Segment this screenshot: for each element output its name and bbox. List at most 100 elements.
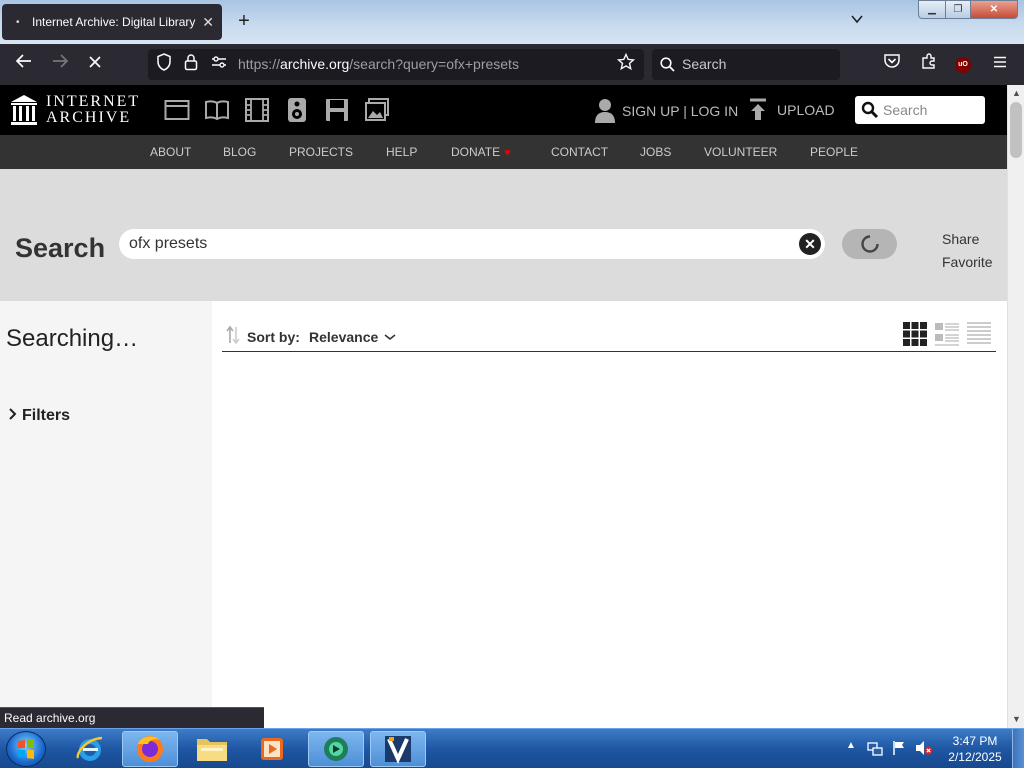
nav-jobs[interactable]: JOBS — [640, 145, 671, 159]
internet-archive-logo[interactable]: INTERNET ARCHIVE — [10, 92, 150, 128]
hamburger-menu-icon[interactable] — [987, 52, 1013, 78]
sort-dropdown[interactable]: Relevance — [309, 329, 396, 345]
ia-search-input[interactable]: Search — [855, 96, 985, 124]
sort-direction-icon[interactable] — [226, 325, 240, 348]
images-icon[interactable] — [364, 97, 390, 123]
show-hidden-icons-icon[interactable]: ▲ — [846, 740, 856, 751]
network-icon[interactable] — [867, 741, 883, 757]
extensions-puzzle-icon[interactable] — [916, 52, 942, 78]
audio-icon[interactable] — [284, 97, 310, 123]
signup-login-link[interactable]: SIGN UP | LOG IN — [594, 98, 738, 124]
searching-status: Searching… — [6, 325, 139, 352]
link-status-bar: Read archive.org — [0, 707, 264, 728]
internet-explorer-icon — [76, 736, 103, 761]
taskbar-firefox[interactable] — [122, 731, 178, 767]
url-text[interactable]: https://archive.org/search?query=ofx+pre… — [238, 56, 519, 72]
sort-bar: Sort by: Relevance — [222, 321, 996, 352]
ia-search-placeholder: Search — [883, 102, 928, 118]
tile-view-icon[interactable] — [902, 321, 928, 347]
address-bar[interactable]: https://archive.org/search?query=ofx+pre… — [148, 49, 644, 80]
facets-sidebar: Searching… Filters — [0, 301, 212, 707]
green-app-icon — [324, 737, 348, 761]
upload-link[interactable]: UPLOAD — [748, 98, 835, 122]
taskbar-internet-explorer[interactable] — [62, 731, 118, 767]
lock-icon[interactable] — [184, 53, 198, 78]
taskbar-clock[interactable]: 3:47 PM 2/12/2025 — [945, 733, 1005, 765]
list-tabs-chevron-icon[interactable] — [846, 10, 868, 32]
url-scheme: https:// — [238, 56, 281, 72]
nav-donate-label: DONATE — [451, 145, 501, 159]
filters-toggle[interactable]: Filters — [8, 407, 70, 425]
search-icon — [861, 96, 879, 134]
pocket-icon[interactable] — [879, 52, 905, 78]
windows-taskbar: ▲ 3:47 PM 2/12/2025 — [0, 728, 1024, 768]
ia-top-header: INTERNET ARCHIVE SIGN UP | LOG IN UPLOAD… — [0, 85, 1007, 135]
window-close-button[interactable]: ✕ — [970, 0, 1018, 19]
show-desktop-button[interactable] — [1012, 729, 1024, 768]
taskbar-green-app[interactable] — [308, 731, 364, 767]
tab-internet-archive[interactable]: • Internet Archive: Digital Library ✕ — [2, 4, 222, 40]
nav-help[interactable]: HELP — [386, 145, 417, 159]
tab-strip: • Internet Archive: Digital Library ✕ + … — [0, 0, 1024, 44]
user-icon — [595, 99, 615, 123]
new-tab-button[interactable]: + — [232, 9, 256, 33]
loading-dot-icon: • — [16, 16, 20, 28]
search-submit-button[interactable] — [842, 229, 897, 259]
filters-label: Filters — [22, 407, 71, 424]
software-icon[interactable] — [324, 97, 350, 123]
nav-contact[interactable]: CONTACT — [551, 145, 608, 159]
upload-label: UPLOAD — [777, 102, 835, 118]
tab-title: Internet Archive: Digital Library — [32, 15, 196, 29]
scroll-up-arrow-icon[interactable]: ▲ — [1010, 86, 1023, 100]
chevron-right-icon — [9, 408, 17, 420]
scroll-down-arrow-icon[interactable]: ▼ — [1010, 712, 1023, 726]
clear-query-button[interactable]: ✕ — [799, 233, 821, 255]
search-band: Search ofx presets ✕ Share Favorite — [0, 169, 1007, 301]
web-icon[interactable] — [164, 97, 190, 123]
share-link[interactable]: Share — [942, 231, 979, 247]
results-area: Sort by: Relevance — [212, 301, 1007, 728]
volume-muted-icon[interactable] — [915, 740, 933, 756]
archive-building-icon — [11, 95, 37, 125]
nav-volunteer[interactable]: VOLUNTEER — [704, 145, 777, 159]
stop-loading-icon[interactable] — [82, 52, 108, 78]
back-arrow-icon[interactable] — [11, 52, 37, 78]
close-tab-icon[interactable]: ✕ — [202, 14, 214, 31]
bookmark-star-icon[interactable] — [616, 52, 636, 78]
texts-icon[interactable] — [204, 97, 230, 123]
list-detail-view-icon[interactable] — [934, 321, 960, 347]
loading-spinner-icon — [860, 235, 879, 253]
forward-arrow-icon[interactable] — [47, 52, 73, 78]
signup-login-label: SIGN UP | LOG IN — [622, 103, 739, 119]
clock-date: 2/12/2025 — [948, 750, 1002, 764]
navigation-toolbar: https://archive.org/search?query=ofx+pre… — [0, 44, 1024, 85]
query-input[interactable]: ofx presets ✕ — [119, 229, 825, 259]
compact-list-view-icon[interactable] — [966, 321, 992, 347]
browser-search-placeholder: Search — [682, 56, 727, 72]
nav-about[interactable]: ABOUT — [150, 145, 191, 159]
permissions-icon[interactable] — [210, 53, 228, 78]
scrollbar-thumb[interactable] — [1010, 102, 1022, 158]
window-restore-button[interactable]: ❐ — [945, 0, 971, 19]
nav-donate[interactable]: DONATE ♥ — [451, 145, 511, 159]
firefox-icon — [137, 736, 163, 762]
nav-projects[interactable]: PROJECTS — [289, 145, 353, 159]
ublock-origin-icon[interactable]: uO — [955, 57, 971, 73]
folder-icon — [197, 739, 227, 761]
taskbar-video-editor[interactable] — [370, 731, 426, 767]
upload-arrow-icon — [750, 98, 766, 120]
nav-blog[interactable]: BLOG — [223, 145, 256, 159]
vertical-scrollbar[interactable]: ▲ ▼ — [1007, 85, 1024, 728]
taskbar-media-player[interactable] — [244, 731, 300, 767]
shield-icon[interactable] — [156, 53, 172, 78]
browser-search-box[interactable]: Search — [652, 49, 840, 80]
media-player-icon — [261, 738, 283, 760]
window-minimize-button[interactable]: ▁ — [918, 0, 946, 19]
action-center-flag-icon[interactable] — [891, 740, 907, 756]
nav-people[interactable]: PEOPLE — [810, 145, 858, 159]
start-orb-button[interactable] — [6, 731, 46, 767]
video-icon[interactable] — [244, 97, 270, 123]
taskbar-file-explorer[interactable] — [184, 731, 240, 767]
favorite-link[interactable]: Favorite — [942, 254, 993, 270]
url-host: archive.org — [280, 56, 350, 72]
